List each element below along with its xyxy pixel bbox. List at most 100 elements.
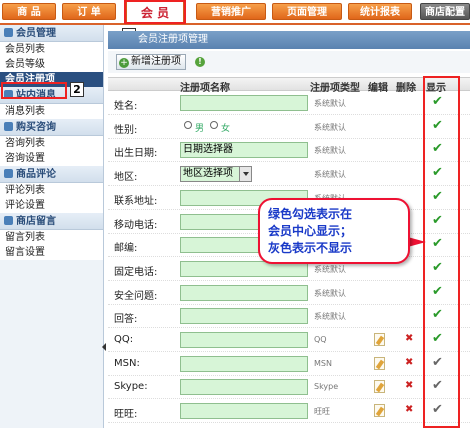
table-row: 性别: 男女系统默认 ✔ — [108, 116, 470, 139]
edit-icon[interactable] — [374, 333, 385, 346]
field-type: 系统默认 — [314, 122, 346, 132]
gender-radio[interactable] — [210, 120, 218, 129]
row-label: MSN: — [114, 357, 140, 369]
field-input[interactable] — [180, 332, 308, 348]
field-input[interactable] — [180, 355, 308, 372]
row-label: QQ: — [114, 334, 134, 345]
field-type: 旺旺 — [314, 407, 330, 417]
highlight-members-tab — [124, 0, 186, 24]
field-type: Skype — [314, 382, 339, 392]
add-button-label: 新增注册项 — [131, 56, 181, 67]
sidebar-item-message-list[interactable]: 消息列表 — [0, 104, 103, 119]
field-input[interactable]: 日期选择器 — [180, 142, 308, 159]
tooltip-line-1: 绿色勾选表示在 — [268, 207, 353, 221]
tooltip-bubble: 绿色勾选表示在 会员中心显示； 灰色表示不显示 — [258, 198, 410, 264]
sidebar-item-inquiry-settings[interactable]: 咨询设置 — [0, 151, 103, 166]
sidebar-item-review-list[interactable]: 评论列表 — [0, 183, 103, 198]
tab-marketing[interactable]: 营销推广 — [196, 3, 266, 20]
row-label: Skype: — [114, 381, 148, 393]
toolbar: + 新增注册项 ! — [108, 51, 470, 73]
field-type: QQ — [314, 335, 327, 344]
table-row: 姓名: 系统默认 ✔ — [108, 92, 470, 115]
group-icon — [4, 122, 13, 131]
field-input[interactable] — [180, 95, 308, 111]
table-row: MSN: MSN ✖ ✔ — [108, 353, 470, 376]
table-header: 注册项名称 注册项类型 编辑 删除 显示 — [108, 77, 470, 94]
field-type: 系统默认 — [314, 146, 346, 156]
sidebar-item-guestbook-settings[interactable]: 留言设置 — [0, 245, 103, 260]
edit-icon[interactable] — [374, 380, 385, 394]
sidebar-group-label: 购买咨询 — [16, 122, 56, 133]
tooltip-line-3: 灰色表示不显示 — [268, 241, 353, 255]
tab-products[interactable]: 商 品 — [2, 3, 56, 20]
group-icon — [4, 28, 13, 37]
sidebar-group-member-management[interactable]: 会员管理 — [0, 25, 103, 42]
field-input[interactable] — [180, 308, 308, 325]
row-label: 姓名: — [114, 101, 138, 112]
highlight-registration-item — [1, 82, 67, 99]
row-label: 联系地址: — [114, 195, 158, 207]
plus-icon: + — [119, 58, 129, 68]
gender-radio-label: 男 — [195, 123, 205, 134]
row-label: 邮编: — [114, 243, 138, 255]
delete-icon[interactable]: ✖ — [405, 357, 413, 368]
row-label: 旺旺: — [114, 409, 138, 421]
field-input[interactable] — [180, 284, 308, 301]
field-type: 系统默认 — [314, 99, 346, 108]
chevron-down-icon[interactable] — [239, 167, 251, 182]
field-type: 系统默认 — [314, 170, 346, 180]
gender-radio-label: 女 — [221, 123, 231, 134]
row-label: 地区: — [114, 172, 138, 184]
field-type: 系统默认 — [314, 312, 346, 322]
sidebar-item-inquiry-list[interactable]: 咨询列表 — [0, 136, 103, 151]
sidebar-group-label: 商品评论 — [16, 169, 56, 180]
region-select-value: 地区选择项 — [183, 168, 233, 180]
top-navigation: 商 品 订 单 会 员 营销推广 页面管理 统计报表 商店配置 — [0, 0, 470, 25]
breadcrumb: 会员注册项管理 — [108, 31, 470, 49]
group-icon — [4, 169, 13, 178]
tab-shop-config[interactable]: 商店配置 — [420, 3, 470, 20]
row-label: 性别: — [114, 124, 138, 136]
table-row: QQ: QQ ✖ ✔ — [108, 329, 470, 352]
table-row: 旺旺: 旺旺 ✖ ✔ — [108, 400, 470, 424]
table-row: 回答: 系统默认 ✔ — [108, 305, 470, 329]
table-row: 出生日期: 日期选择器 系统默认 ✔ — [108, 139, 470, 163]
row-label: 安全问题: — [114, 290, 158, 302]
sidebar-group-product-reviews[interactable]: 商品评论 — [0, 166, 103, 183]
field-type: 系统默认 — [314, 264, 346, 274]
sidebar-group-shop-guestbook[interactable]: 商店留言 — [0, 213, 103, 230]
field-input[interactable] — [180, 403, 308, 420]
tooltip-line-2: 会员中心显示； — [268, 224, 353, 238]
tab-orders[interactable]: 订 单 — [62, 3, 116, 20]
sidebar-item-member-level[interactable]: 会员等级 — [0, 57, 103, 72]
sidebar-item-member-list[interactable]: 会员列表 — [0, 42, 103, 57]
row-label: 回答: — [114, 314, 138, 326]
sidebar-collapse-icon[interactable] — [102, 343, 106, 351]
sidebar-item-review-settings[interactable]: 评论设置 — [0, 198, 103, 213]
tab-statistics[interactable]: 统计报表 — [348, 3, 412, 20]
highlight-show-column — [423, 76, 460, 428]
sidebar-group-label: 商店留言 — [16, 216, 56, 227]
table-row: 安全问题: 系统默认 ✔ — [108, 282, 470, 305]
row-label: 移动电话: — [114, 219, 158, 231]
table-row: Skype: Skype ✖ ✔ — [108, 376, 470, 400]
delete-icon[interactable]: ✖ — [405, 380, 413, 391]
breadcrumb-text: 会员注册项管理 — [138, 34, 208, 45]
delete-icon[interactable]: ✖ — [405, 404, 413, 415]
group-icon — [4, 216, 13, 225]
tab-page-management[interactable]: 页面管理 — [272, 3, 342, 20]
delete-icon[interactable]: ✖ — [405, 333, 413, 344]
info-icon[interactable]: ! — [195, 57, 205, 67]
field-type: 系统默认 — [314, 288, 346, 298]
gender-radio[interactable] — [184, 120, 192, 129]
sidebar-item-guestbook-list[interactable]: 留言列表 — [0, 230, 103, 245]
row-label: 出生日期: — [114, 148, 158, 160]
field-input[interactable] — [180, 379, 308, 396]
field-type: MSN — [314, 358, 332, 368]
table-row: 地区: 地区选择项 系统默认 ✔ — [108, 163, 470, 187]
edit-icon[interactable] — [374, 356, 385, 370]
sidebar-group-purchase-inquiry[interactable]: 购买咨询 — [0, 119, 103, 136]
add-registration-item-button[interactable]: + 新增注册项 — [116, 54, 186, 70]
region-select[interactable]: 地区选择项 — [180, 166, 252, 183]
edit-icon[interactable] — [374, 404, 385, 418]
